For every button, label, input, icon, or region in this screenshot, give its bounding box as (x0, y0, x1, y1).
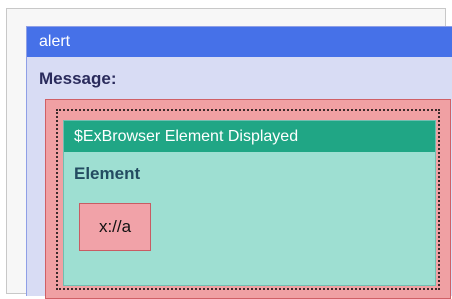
element-label: Element (74, 164, 141, 183)
alert-block[interactable]: alert Message: $ExBrowser Element Displa… (26, 26, 452, 299)
browser-element-displayed-block[interactable]: $ExBrowser Element Displayed Element x:/… (63, 120, 436, 286)
message-label: Message: (39, 69, 117, 88)
message-slot[interactable]: $ExBrowser Element Displayed Element x:/… (45, 99, 451, 299)
alert-header[interactable]: alert (27, 27, 452, 57)
element-value-box[interactable]: x://a (79, 203, 151, 251)
browser-element-displayed-header[interactable]: $ExBrowser Element Displayed (64, 121, 435, 152)
